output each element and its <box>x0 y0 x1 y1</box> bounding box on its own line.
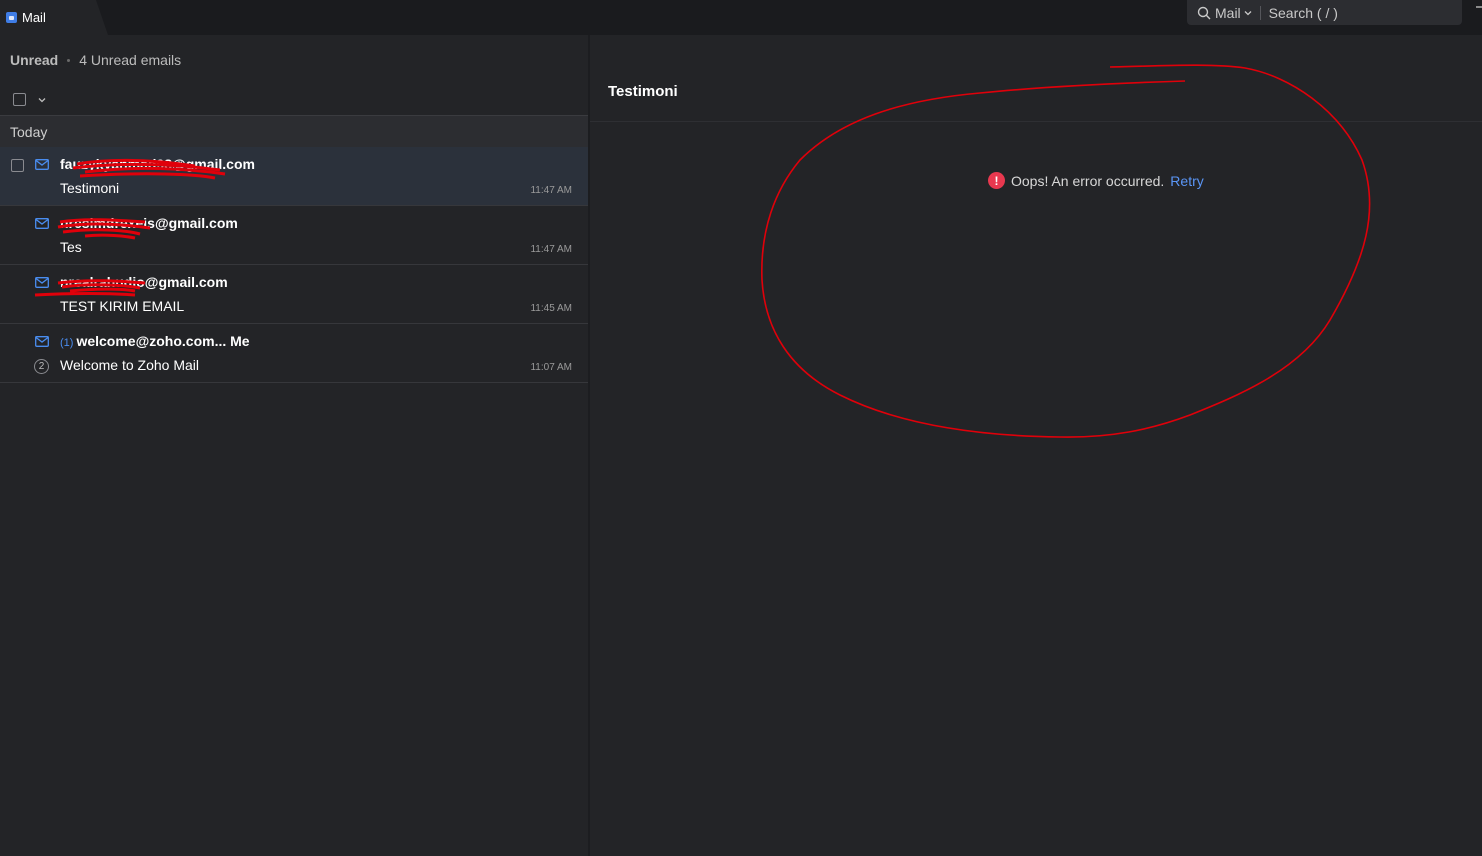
app-tab-mail[interactable]: Mail <box>0 0 108 35</box>
subject: Testimoni <box>60 180 120 196</box>
subject: Welcome to Zoho Mail <box>60 357 200 373</box>
list-header: Unread 4 Unread emails <box>10 52 181 68</box>
sender-name: welcome@zoho.com... Me <box>76 333 250 349</box>
thread-count: (1) <box>60 337 74 349</box>
envelope-icon <box>35 159 49 170</box>
timestamp: 11:47 AM <box>530 185 572 196</box>
folder-name: Unread <box>10 52 59 68</box>
chevron-down-icon <box>1244 10 1252 15</box>
timestamp: 11:07 AM <box>530 362 572 373</box>
mail-app-icon <box>6 12 17 23</box>
envelope-icon <box>35 277 49 288</box>
search-scope-label: Mail <box>1215 4 1241 21</box>
timestamp: 11:47 AM <box>530 244 572 255</box>
reading-pane: Testimoni Oops! An error occurred. Retry <box>590 35 1482 856</box>
error-message: Oops! An error occurred. Retry <box>988 172 1204 189</box>
reading-header: Testimoni <box>590 35 1482 122</box>
thread-count-badge: 2 <box>34 359 49 374</box>
row-checkbox[interactable] <box>11 159 24 172</box>
error-text: Oops! An error occurred. <box>1011 172 1165 189</box>
mail-list-pane: Unread 4 Unread emails Today fauzykyahma… <box>0 35 588 856</box>
dot-separator <box>67 58 71 62</box>
search-scope-dropdown[interactable]: Mail <box>1215 5 1252 21</box>
sender: (1) welcome@zoho.com... Me <box>60 333 250 349</box>
list-toolbar <box>13 93 46 106</box>
error-icon <box>988 172 1005 189</box>
mail-row[interactable]: nresimdrexeis@gmail.com Tes 11:47 AM <box>0 206 588 265</box>
sender: nrealrahudio@gmail.com <box>60 274 228 290</box>
search-input[interactable] <box>1268 4 1449 21</box>
date-group-header: Today <box>0 115 588 147</box>
timestamp: 11:45 AM <box>530 303 572 314</box>
sender: fauzykyahmad98@gmail.com <box>60 156 255 172</box>
select-options-chevron-icon[interactable] <box>38 96 46 104</box>
top-bar: Mail Mail <box>0 0 1482 35</box>
message-subject: Testimoni <box>608 83 678 100</box>
subject: TEST KIRIM EMAIL <box>60 298 185 314</box>
search-divider <box>1259 5 1261 20</box>
mail-row[interactable]: fauzykyahmad98@gmail.com Testimoni 11:47… <box>0 147 588 206</box>
sender: nresimdrexeis@gmail.com <box>60 215 238 231</box>
envelope-icon <box>35 336 49 347</box>
envelope-icon <box>35 218 49 229</box>
search-bar[interactable]: Mail <box>1187 0 1462 25</box>
app-title: Mail <box>22 10 46 25</box>
unread-count: 4 Unread emails <box>79 52 182 68</box>
overflow-indicator <box>1476 6 1482 8</box>
mail-row[interactable]: nrealrahudio@gmail.com TEST KIRIM EMAIL … <box>0 265 588 324</box>
select-all-checkbox[interactable] <box>13 93 26 106</box>
subject: Tes <box>60 239 82 255</box>
retry-link[interactable]: Retry <box>1170 173 1203 189</box>
search-icon <box>1197 6 1211 19</box>
mail-row[interactable]: (1) welcome@zoho.com... Me 2 Welcome to Z… <box>0 324 588 383</box>
